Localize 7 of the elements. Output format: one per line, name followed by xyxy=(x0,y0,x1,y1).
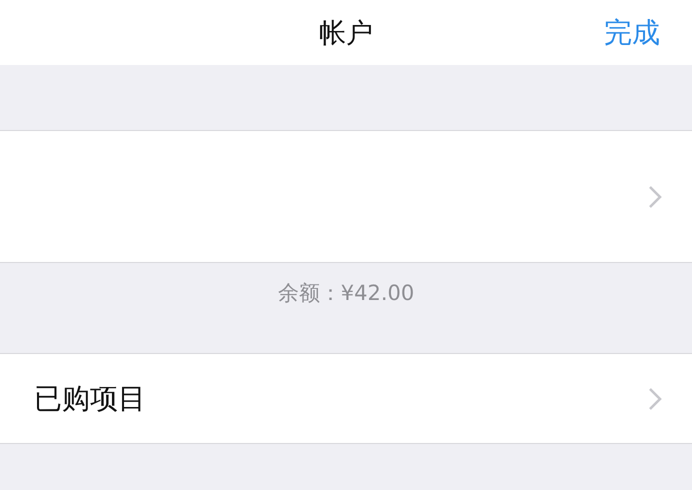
account-row[interactable] xyxy=(0,130,692,263)
balance-text: 余额：¥42.00 xyxy=(278,280,414,307)
chevron-icon xyxy=(648,184,662,208)
chevron-icon xyxy=(648,386,662,410)
done-button[interactable]: 完成 xyxy=(604,14,660,52)
window-title: 帐户 xyxy=(319,16,373,50)
purchased-row[interactable]: 已购项目 xyxy=(0,353,692,444)
